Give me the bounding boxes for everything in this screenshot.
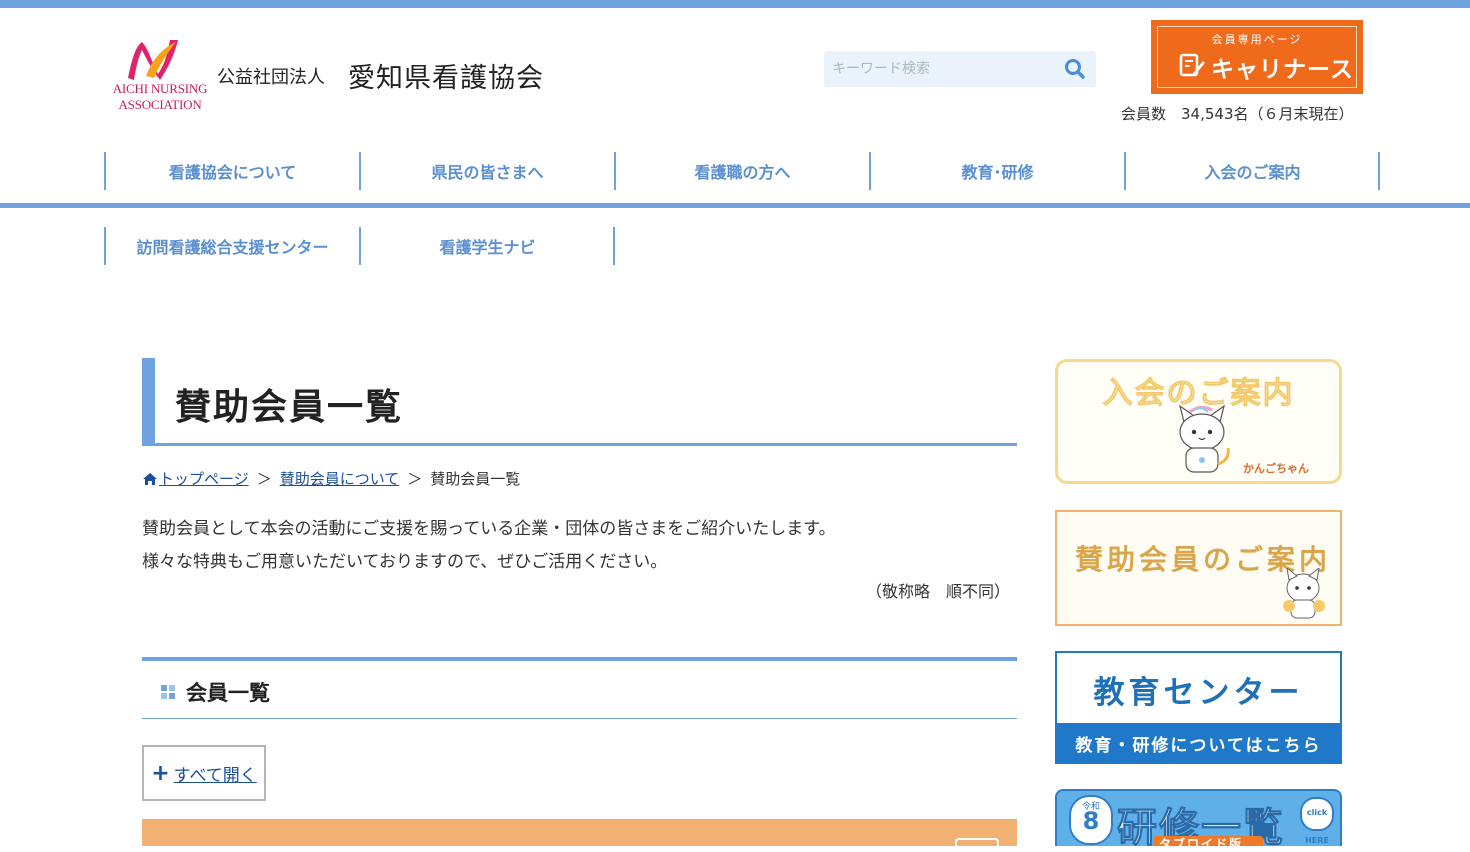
page-title: 賛助会員一覧 (175, 387, 404, 428)
intro-text: 賛助会員として本会の活動にご支援を賜っている企業・団体の皆さまをご紹介いたします… (142, 513, 836, 579)
note-pen-icon (1179, 53, 1205, 77)
accordion-toggle-icon (955, 838, 999, 852)
breadcrumb-separator: ＞ (256, 470, 272, 488)
search-button[interactable] (1062, 56, 1088, 82)
click-here-badge: click HERE (1300, 797, 1334, 845)
mascot-caption: かんごちゃん (1243, 462, 1309, 475)
org-name[interactable]: 愛知県看護協会 (348, 56, 544, 95)
home-icon (143, 472, 157, 485)
mascot-illustration (1179, 404, 1230, 473)
education-center-subtitle: 教育・研修についてはこちら (1075, 736, 1322, 756)
nav-education[interactable]: 教育･研修 (869, 152, 1124, 190)
intro-line: 様々な特典もご用意いただいておりますので、ぜひご活用ください。 (142, 552, 668, 572)
page-title-block: 賛助会員一覧 (142, 358, 1017, 446)
section-heading: 会員一覧 (142, 657, 1017, 719)
nav-citizens[interactable]: 県民の皆さまへ (359, 152, 614, 190)
open-all-label: すべて開く (173, 765, 257, 786)
member-page-banner[interactable]: 会員専用ページ キャリナース (1151, 20, 1363, 94)
plus-icon: + (151, 760, 170, 786)
nav-divider (1378, 152, 1380, 190)
open-all-button[interactable]: + すべて開く (142, 745, 266, 801)
section-title: 会員一覧 (186, 681, 270, 705)
tabloid-strip: タブロイド版 (1153, 836, 1263, 846)
join-guide-banner[interactable]: 入会のご案内 かんごちゃん (1055, 359, 1342, 484)
member-banner-title: キャリナース (1211, 57, 1354, 83)
year-badge: 令和 8 (1069, 795, 1113, 845)
nav-home-visit-center[interactable]: 訪問看護総合支援センター (104, 227, 359, 265)
breadcrumb-home[interactable]: トップページ (159, 468, 249, 489)
education-center-banner[interactable]: 教育センター 教育・研修についてはこちら (1055, 651, 1342, 764)
nav-about[interactable]: 看護協会について (104, 152, 359, 190)
member-count: 会員数 34,543名（６月末現在） (1121, 105, 1354, 123)
member-banner-subtitle: 会員専用ページ (1211, 33, 1303, 46)
breadcrumb-supporting-members[interactable]: 賛助会員について (280, 468, 400, 489)
grid-icon (161, 685, 175, 699)
breadcrumb-current: 賛助会員一覧 (430, 470, 521, 488)
logo-mark (128, 40, 178, 80)
nav-divider (613, 227, 615, 265)
search-input[interactable] (824, 51, 1070, 87)
search-box (824, 51, 1096, 87)
breadcrumb: トップページ ＞ 賛助会員について ＞ 賛助会員一覧 (142, 468, 520, 489)
nav-student-navi[interactable]: 看護学生ナビ (359, 227, 614, 265)
year-number: 8 (1082, 807, 1100, 835)
accordion-header[interactable] (142, 819, 1017, 852)
logo-english-text: AICHI NURSING ASSOCIATION (112, 81, 208, 112)
training-list-banner[interactable]: 令和 8 研修一覧 タブロイド版 click HERE (1055, 789, 1342, 846)
breadcrumb-separator: ＞ (407, 470, 423, 488)
search-icon (1065, 59, 1085, 79)
top-accent-bar (0, 0, 1470, 8)
site-logo[interactable]: AICHI NURSING ASSOCIATION (104, 38, 218, 114)
intro-line: 賛助会員として本会の活動にご支援を賜っている企業・団体の皆さまをご紹介いたします… (142, 519, 836, 539)
honorific-note: （敬称略 順不同） (865, 582, 1010, 601)
nav-separator-bar (0, 203, 1470, 208)
education-center-title: 教育センター (1093, 675, 1304, 711)
org-prefix: 公益社団法人 (217, 67, 325, 88)
nav-membership[interactable]: 入会のご案内 (1124, 152, 1379, 190)
tabloid-label: タブロイド版 (1159, 837, 1244, 846)
nav-nurses[interactable]: 看護職の方へ (614, 152, 869, 190)
supporting-member-guide-banner[interactable]: 賛助会員のご案内 (1055, 510, 1342, 626)
mascot-icon (1283, 568, 1325, 619)
